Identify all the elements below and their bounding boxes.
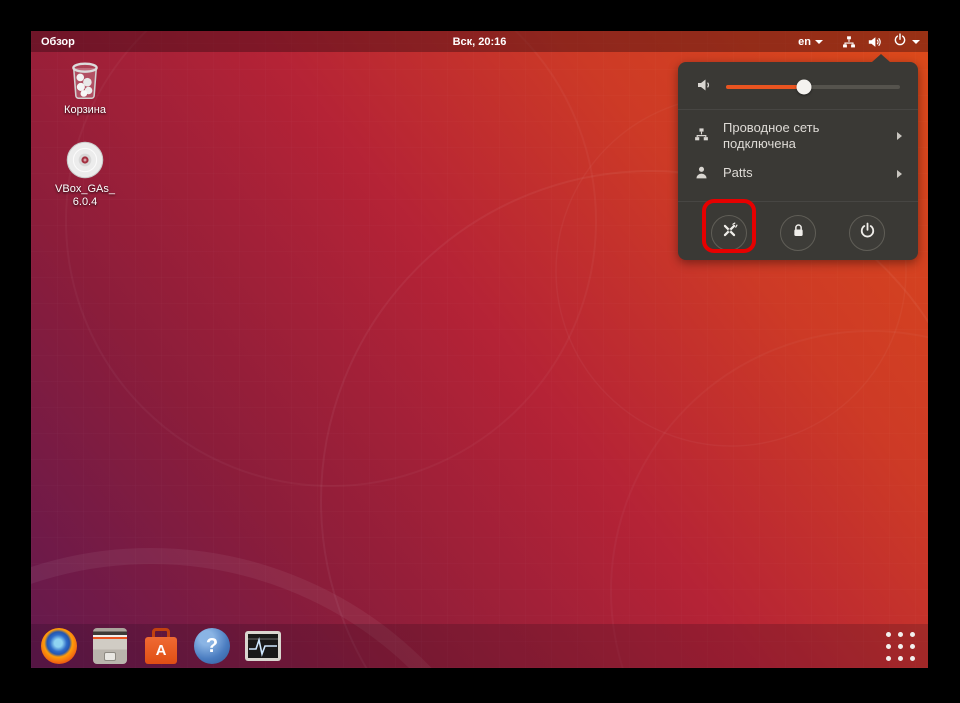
topbar-right-group: en (798, 31, 920, 52)
help-icon: ? (194, 628, 230, 664)
activities-button[interactable]: Обзор (31, 31, 85, 52)
chevron-down-icon (815, 39, 823, 44)
dock: A ? (31, 624, 928, 668)
files-icon (93, 628, 127, 664)
power-icon (893, 33, 907, 50)
wired-network-icon (694, 127, 709, 145)
power-icon (859, 222, 876, 244)
keyboard-layout-button[interactable]: en (798, 36, 823, 48)
network-icon (842, 35, 856, 49)
system-menu-button[interactable] (893, 33, 920, 50)
volume-slider[interactable] (726, 79, 900, 95)
ubuntu-software-icon: A (144, 627, 178, 665)
volume-handle[interactable] (796, 79, 812, 95)
system-buttons-row (678, 200, 918, 251)
power-button[interactable] (849, 214, 885, 251)
dock-item-firefox[interactable] (40, 627, 78, 665)
lock-icon (790, 222, 807, 244)
cd-label-line2: 6.0.4 (72, 196, 98, 209)
cd-icon (39, 141, 131, 179)
user-icon (694, 165, 709, 183)
cd-label-line1: VBox_GAs_ (55, 183, 115, 195)
dock-item-system-monitor[interactable] (244, 627, 282, 665)
chevron-down-icon (912, 39, 920, 44)
clock-button[interactable]: Вск, 20:16 (453, 31, 507, 52)
firefox-icon (41, 628, 77, 664)
keyboard-layout-label: en (798, 35, 811, 48)
speaker-icon (696, 77, 713, 98)
volume-row (696, 75, 900, 99)
trash-label: Корзина (64, 104, 106, 116)
settings-button[interactable] (711, 214, 747, 251)
volume-icon (867, 35, 882, 49)
clock-label: Вск, 20:16 (452, 35, 507, 48)
settings-icon (720, 221, 739, 245)
network-label-line1: Проводное сеть (723, 120, 820, 135)
dock-item-ubuntu-software[interactable]: A (142, 627, 180, 665)
submenu-arrow-icon (897, 132, 902, 141)
network-label-line2: подключена (723, 136, 796, 152)
dock-item-files[interactable] (91, 627, 129, 665)
menu-item-network[interactable]: Проводное сеть подключена (678, 114, 918, 159)
screenshot-root: { "top_bar": { "activities_label": "Обзо… (0, 0, 960, 703)
desktop-icon-vbox-cd[interactable]: VBox_GAs_ 6.0.4 (39, 141, 131, 209)
lock-button[interactable] (780, 214, 816, 251)
menu-item-user[interactable]: Patts (678, 159, 918, 189)
activities-label: Обзор (41, 35, 75, 48)
separator (678, 109, 918, 110)
trash-icon (39, 62, 131, 100)
top-bar: Обзор Вск, 20:16 en (31, 31, 928, 52)
user-name-label: Patts (723, 165, 753, 181)
show-applications-button[interactable] (886, 631, 915, 661)
desktop-icon-trash[interactable]: Корзина (39, 62, 131, 117)
desktop: Обзор Вск, 20:16 en Корзина VBox_GAs_ 6.… (31, 31, 928, 668)
status-menu: Проводное сеть подключена Patts (678, 54, 918, 260)
system-monitor-icon (245, 631, 281, 661)
submenu-arrow-icon (897, 169, 902, 178)
dock-item-help[interactable]: ? (193, 627, 231, 665)
volume-fill (726, 85, 805, 89)
